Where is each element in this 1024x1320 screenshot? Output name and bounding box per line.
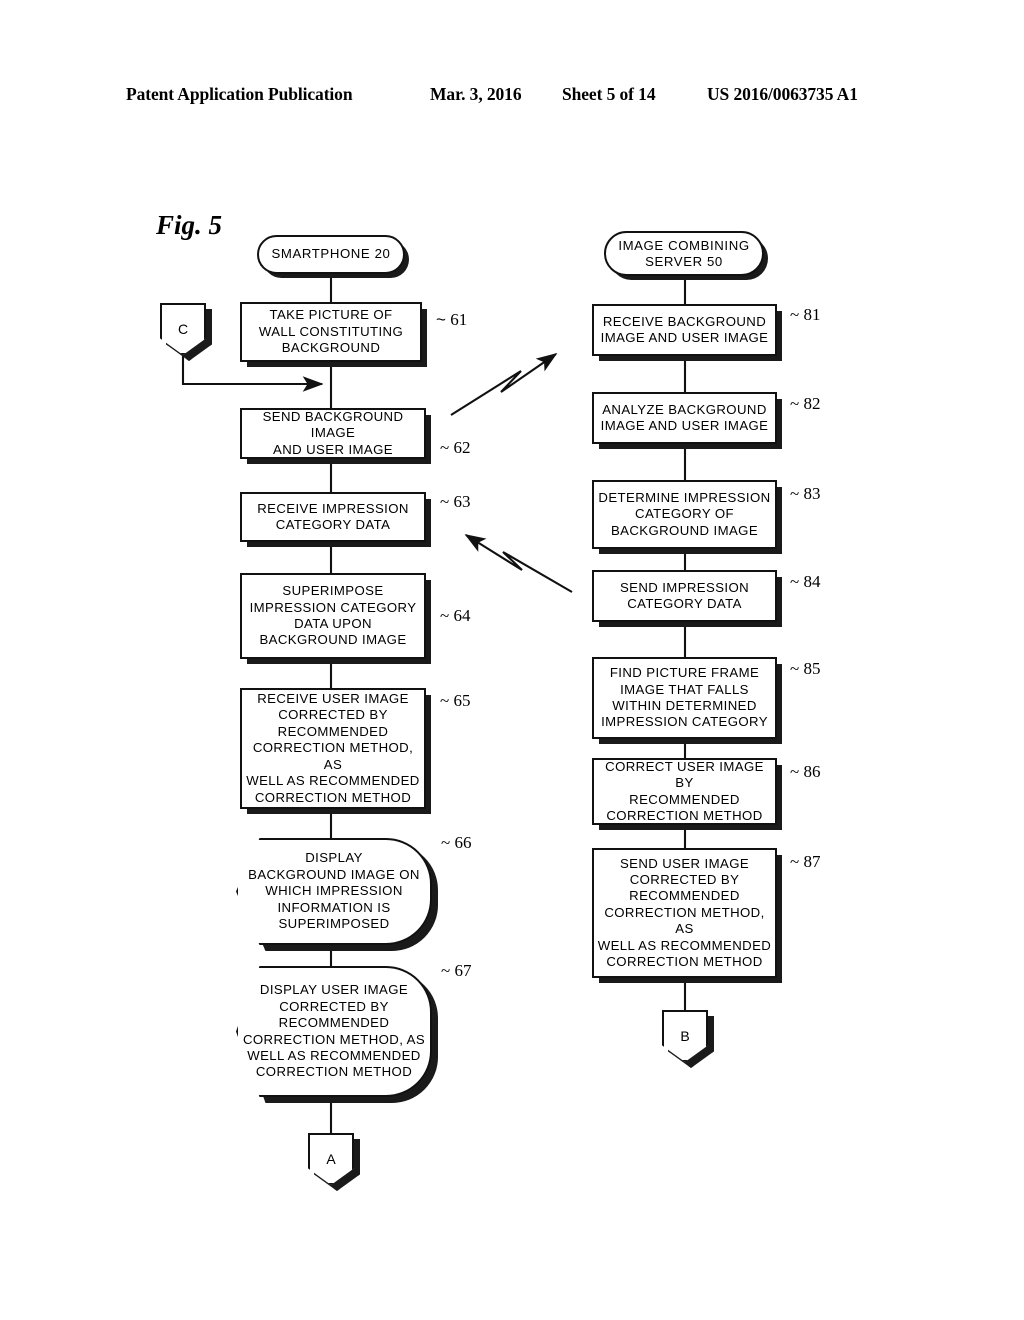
- step-61-label: TAKE PICTURE OF WALL CONSTITUTING BACKGR…: [258, 307, 404, 356]
- step-67-label: DISPLAY USER IMAGE CORRECTED BY RECOMMEN…: [242, 982, 426, 1080]
- refnum-85-value: 85: [803, 659, 821, 678]
- refnum-61: ~ 61: [436, 310, 468, 329]
- step-82-label: ANALYZE BACKGROUND IMAGE AND USER IMAGE: [600, 401, 769, 433]
- step-86-label: CORRECT USER IMAGE BY RECOMMENDED CORREC…: [605, 758, 764, 823]
- step-63-label: RECEIVE IMPRESSION CATEGORY DATA: [257, 500, 409, 532]
- refnum-82: ~ 82: [790, 394, 821, 413]
- step-85-label: FIND PICTURE FRAME IMAGE THAT FALLS WITH…: [601, 665, 768, 730]
- step-84-label: SEND IMPRESSION CATEGORY DATA: [619, 579, 750, 611]
- refnum-82-value: 82: [803, 394, 821, 413]
- flowchart-diagram: SMARTPHONE 20 C TAKE PICTURE OF WALL CON…: [0, 0, 1024, 1320]
- terminator-smartphone-label: SMARTPHONE 20: [271, 246, 391, 262]
- cross-link-84-to-63: [464, 534, 573, 593]
- step-67[interactable]: DISPLAY USER IMAGE CORRECTED BY RECOMMEN…: [236, 966, 432, 1097]
- flow-connectors: [181, 274, 687, 1133]
- cross-link-62-to-81: [450, 353, 558, 416]
- step-81[interactable]: RECEIVE BACKGROUND IMAGE AND USER IMAGE: [592, 304, 777, 356]
- step-65[interactable]: RECEIVE USER IMAGE CORRECTED BY RECOMMEN…: [240, 688, 426, 809]
- refnum-81: ~ 81: [790, 305, 821, 324]
- step-86[interactable]: CORRECT USER IMAGE BY RECOMMENDED CORREC…: [592, 758, 777, 825]
- refnum-64: ~ 64: [440, 606, 471, 625]
- refnum-61-value: 61: [450, 310, 468, 329]
- refnum-87: ~ 87: [790, 852, 821, 871]
- step-67-wrap: DISPLAY USER IMAGE CORRECTED BY RECOMMEN…: [236, 966, 432, 1097]
- connector-B-label: B: [680, 1027, 690, 1044]
- refnum-66: ~ 66: [441, 833, 472, 852]
- step-84[interactable]: SEND IMPRESSION CATEGORY DATA: [592, 570, 777, 622]
- refnum-66-value: 66: [454, 833, 472, 852]
- connector-A[interactable]: A: [308, 1133, 354, 1185]
- refnum-67: ~ 67: [441, 961, 472, 980]
- step-62[interactable]: SEND BACKGROUND IMAGE AND USER IMAGE: [240, 408, 426, 459]
- refnum-84: ~ 84: [790, 572, 821, 591]
- refnum-62: ~ 62: [440, 438, 471, 457]
- refnum-87-value: 87: [803, 852, 821, 871]
- refnum-83: ~ 83: [790, 484, 821, 503]
- refnum-64-value: 64: [453, 606, 471, 625]
- terminator-server-label: IMAGE COMBINING SERVER 50: [618, 237, 750, 269]
- step-64-label: SUPERIMPOSE IMPRESSION CATEGORY DATA UPO…: [249, 583, 417, 648]
- connector-B-wrap: B: [662, 1010, 708, 1062]
- refnum-84-value: 84: [803, 572, 821, 591]
- step-82[interactable]: ANALYZE BACKGROUND IMAGE AND USER IMAGE: [592, 392, 777, 444]
- connector-C-wrap: C: [160, 303, 206, 355]
- step-64[interactable]: SUPERIMPOSE IMPRESSION CATEGORY DATA UPO…: [240, 573, 426, 659]
- refnum-62-value: 62: [453, 438, 471, 457]
- step-83[interactable]: DETERMINE IMPRESSION CATEGORY OF BACKGRO…: [592, 480, 777, 549]
- step-81-label: RECEIVE BACKGROUND IMAGE AND USER IMAGE: [600, 313, 769, 345]
- terminator-smartphone[interactable]: SMARTPHONE 20: [257, 235, 405, 274]
- step-87-label: SEND USER IMAGE CORRECTED BY RECOMMENDED…: [597, 855, 772, 970]
- step-63[interactable]: RECEIVE IMPRESSION CATEGORY DATA: [240, 492, 426, 542]
- step-61[interactable]: TAKE PICTURE OF WALL CONSTITUTING BACKGR…: [240, 302, 422, 362]
- step-87[interactable]: SEND USER IMAGE CORRECTED BY RECOMMENDED…: [592, 848, 777, 978]
- step-83-label: DETERMINE IMPRESSION CATEGORY OF BACKGRO…: [598, 489, 771, 538]
- connector-A-wrap: A: [308, 1133, 354, 1185]
- connector-C-label: C: [177, 320, 189, 337]
- terminator-server[interactable]: IMAGE COMBINING SERVER 50: [604, 231, 764, 276]
- refnum-65-value: 65: [453, 691, 471, 710]
- refnum-86: ~ 86: [790, 762, 821, 781]
- step-85[interactable]: FIND PICTURE FRAME IMAGE THAT FALLS WITH…: [592, 657, 777, 739]
- refnum-85: ~ 85: [790, 659, 821, 678]
- refnum-63: ~ 63: [440, 492, 471, 511]
- refnum-81-value: 81: [803, 305, 821, 324]
- step-62-label: SEND BACKGROUND IMAGE AND USER IMAGE: [262, 408, 404, 457]
- step-66-label: DISPLAY BACKGROUND IMAGE ON WHICH IMPRES…: [248, 850, 420, 932]
- refnum-83-value: 83: [803, 484, 821, 503]
- step-66[interactable]: DISPLAY BACKGROUND IMAGE ON WHICH IMPRES…: [236, 838, 432, 945]
- refnum-86-value: 86: [803, 762, 821, 781]
- refnum-67-value: 67: [454, 961, 472, 980]
- connector-A-label: A: [326, 1150, 336, 1167]
- step-65-label: RECEIVE USER IMAGE CORRECTED BY RECOMMEN…: [246, 691, 420, 805]
- connector-C[interactable]: C: [160, 303, 206, 355]
- step-66-wrap: DISPLAY BACKGROUND IMAGE ON WHICH IMPRES…: [236, 838, 432, 945]
- refnum-63-value: 63: [453, 492, 471, 511]
- connector-B[interactable]: B: [662, 1010, 708, 1062]
- refnum-65: ~ 65: [440, 691, 471, 710]
